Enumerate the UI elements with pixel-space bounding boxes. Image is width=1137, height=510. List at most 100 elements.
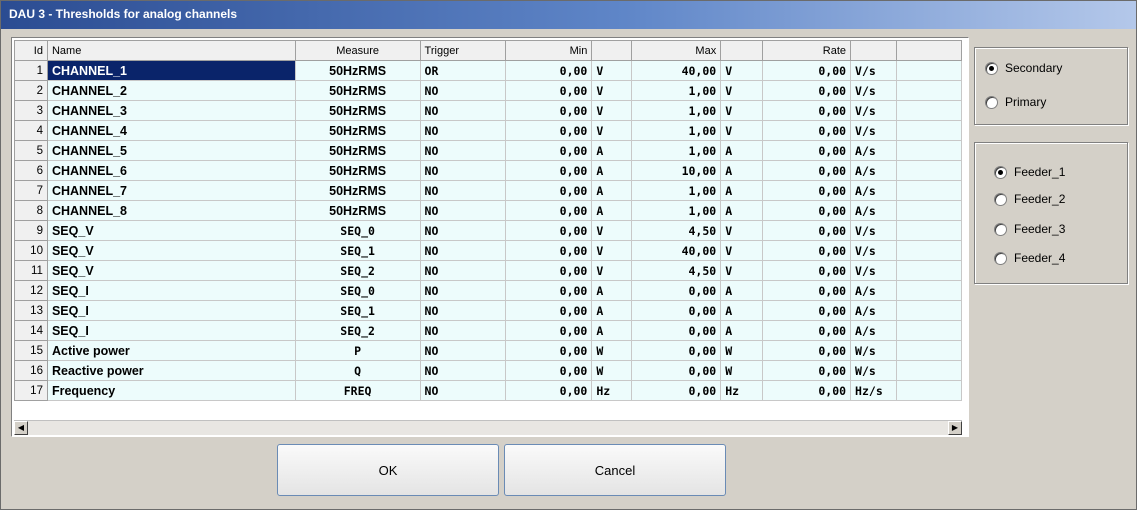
row-id-cell[interactable]: 11: [14, 260, 48, 281]
row-rate-cell[interactable]: 0,00: [762, 80, 852, 101]
table-row[interactable]: 13 SEQ_I SEQ_1 NO 0,00 A 0,00 A 0,00 A/s: [14, 300, 962, 321]
row-id-cell[interactable]: 16: [14, 360, 48, 381]
header-min-unit[interactable]: [591, 40, 633, 61]
row-max-unit-cell[interactable]: A: [720, 140, 764, 161]
row-min-unit-cell[interactable]: A: [591, 300, 633, 321]
row-rate-unit-cell[interactable]: V/s: [850, 80, 898, 101]
header-rate-unit[interactable]: [850, 40, 898, 61]
row-max-unit-cell[interactable]: V: [720, 260, 764, 281]
row-rate-unit-cell[interactable]: V/s: [850, 220, 898, 241]
row-max-cell[interactable]: 0,00: [631, 300, 722, 321]
row-max-cell[interactable]: 0,00: [631, 280, 722, 301]
table-row[interactable]: 5 CHANNEL_5 50HzRMS NO 0,00 A 1,00 A 0,00 A/s: [14, 140, 962, 161]
row-id-cell[interactable]: 7: [14, 180, 48, 201]
row-rate-cell[interactable]: 0,00: [762, 360, 852, 381]
row-rate-cell[interactable]: 0,00: [762, 320, 852, 341]
row-measure-cell[interactable]: SEQ_0: [294, 220, 421, 241]
row-min-cell[interactable]: 0,00: [505, 380, 593, 401]
row-name-cell[interactable]: SEQ_V: [46, 260, 296, 281]
row-rate-unit-cell[interactable]: A/s: [850, 180, 898, 201]
row-min-unit-cell[interactable]: V: [591, 220, 633, 241]
row-measure-cell[interactable]: 50HzRMS: [294, 180, 421, 201]
row-max-cell[interactable]: 10,00: [631, 160, 722, 181]
row-min-cell[interactable]: 0,00: [505, 320, 593, 341]
row-name-cell[interactable]: CHANNEL_3: [46, 100, 296, 121]
row-name-cell[interactable]: Frequency: [46, 380, 296, 401]
row-id-cell[interactable]: 6: [14, 160, 48, 181]
row-name-cell[interactable]: SEQ_I: [46, 300, 296, 321]
row-measure-cell[interactable]: 50HzRMS: [294, 140, 421, 161]
row-min-unit-cell[interactable]: W: [591, 340, 633, 361]
row-trigger-cell[interactable]: NO: [419, 140, 507, 161]
row-min-cell[interactable]: 0,00: [505, 200, 593, 221]
arrow-left-icon[interactable]: ◀: [14, 421, 28, 435]
row-min-unit-cell[interactable]: V: [591, 240, 633, 261]
row-trigger-cell[interactable]: NO: [419, 160, 507, 181]
row-rate-unit-cell[interactable]: A/s: [850, 300, 898, 321]
row-trigger-cell[interactable]: NO: [419, 240, 507, 261]
row-min-unit-cell[interactable]: V: [591, 60, 633, 81]
row-min-unit-cell[interactable]: W: [591, 360, 633, 381]
table-row[interactable]: 2 CHANNEL_2 50HzRMS NO 0,00 V 1,00 V 0,00 V/s: [14, 80, 962, 101]
row-min-unit-cell[interactable]: Hz: [591, 380, 633, 401]
row-max-cell[interactable]: 1,00: [631, 120, 722, 141]
row-min-cell[interactable]: 0,00: [505, 260, 593, 281]
thresholds-grid[interactable]: Id Name Measure Trigger Min Max Rate 1 CH…: [14, 40, 962, 420]
row-min-unit-cell[interactable]: V: [591, 100, 633, 121]
row-max-unit-cell[interactable]: A: [720, 300, 764, 321]
row-max-cell[interactable]: 4,50: [631, 260, 722, 281]
row-trigger-cell[interactable]: NO: [419, 180, 507, 201]
row-max-cell[interactable]: 0,00: [631, 360, 722, 381]
row-name-cell[interactable]: Active power: [46, 340, 296, 361]
row-measure-cell[interactable]: SEQ_0: [294, 280, 421, 301]
row-measure-cell[interactable]: 50HzRMS: [294, 60, 421, 81]
row-id-cell[interactable]: 9: [14, 220, 48, 241]
row-name-cell[interactable]: SEQ_V: [46, 240, 296, 261]
table-row[interactable]: 12 SEQ_I SEQ_0 NO 0,00 A 0,00 A 0,00 A/s: [14, 280, 962, 301]
row-rate-cell[interactable]: 0,00: [762, 60, 852, 81]
row-trigger-cell[interactable]: NO: [419, 80, 507, 101]
header-name[interactable]: Name: [46, 40, 296, 61]
row-measure-cell[interactable]: SEQ_2: [294, 260, 421, 281]
row-rate-cell[interactable]: 0,00: [762, 300, 852, 321]
row-name-cell[interactable]: CHANNEL_1: [46, 60, 296, 81]
row-min-cell[interactable]: 0,00: [505, 340, 593, 361]
row-min-unit-cell[interactable]: V: [591, 260, 633, 281]
table-row[interactable]: 15 Active power P NO 0,00 W 0,00 W 0,00 W/s: [14, 340, 962, 361]
row-max-unit-cell[interactable]: V: [720, 100, 764, 121]
row-max-unit-cell[interactable]: V: [720, 220, 764, 241]
row-max-cell[interactable]: 0,00: [631, 380, 722, 401]
table-row[interactable]: 16 Reactive power Q NO 0,00 W 0,00 W 0,00 W/s: [14, 360, 962, 381]
row-min-unit-cell[interactable]: A: [591, 280, 633, 301]
row-name-cell[interactable]: CHANNEL_8: [46, 200, 296, 221]
row-trigger-cell[interactable]: OR: [419, 60, 507, 81]
row-trigger-cell[interactable]: NO: [419, 340, 507, 361]
row-name-cell[interactable]: Reactive power: [46, 360, 296, 381]
row-trigger-cell[interactable]: NO: [419, 120, 507, 141]
row-min-cell[interactable]: 0,00: [505, 300, 593, 321]
row-trigger-cell[interactable]: NO: [419, 380, 507, 401]
row-rate-unit-cell[interactable]: V/s: [850, 120, 898, 141]
row-min-cell[interactable]: 0,00: [505, 60, 593, 81]
header-max[interactable]: Max: [631, 40, 722, 61]
row-trigger-cell[interactable]: NO: [419, 280, 507, 301]
row-rate-cell[interactable]: 0,00: [762, 120, 852, 141]
row-max-unit-cell[interactable]: A: [720, 200, 764, 221]
row-id-cell[interactable]: 10: [14, 240, 48, 261]
row-trigger-cell[interactable]: NO: [419, 100, 507, 121]
arrow-right-icon[interactable]: ▶: [948, 421, 962, 435]
row-trigger-cell[interactable]: NO: [419, 360, 507, 381]
row-measure-cell[interactable]: 50HzRMS: [294, 160, 421, 181]
table-row[interactable]: 14 SEQ_I SEQ_2 NO 0,00 A 0,00 A 0,00 A/s: [14, 320, 962, 341]
row-min-unit-cell[interactable]: A: [591, 200, 633, 221]
row-measure-cell[interactable]: P: [294, 340, 421, 361]
row-max-cell[interactable]: 1,00: [631, 180, 722, 201]
header-id[interactable]: Id: [14, 40, 48, 61]
row-rate-unit-cell[interactable]: W/s: [850, 360, 898, 381]
table-row[interactable]: 8 CHANNEL_8 50HzRMS NO 0,00 A 1,00 A 0,00 A/s: [14, 200, 962, 221]
row-max-unit-cell[interactable]: A: [720, 320, 764, 341]
row-min-unit-cell[interactable]: A: [591, 140, 633, 161]
row-rate-unit-cell[interactable]: V/s: [850, 240, 898, 261]
row-id-cell[interactable]: 14: [14, 320, 48, 341]
row-name-cell[interactable]: CHANNEL_4: [46, 120, 296, 141]
